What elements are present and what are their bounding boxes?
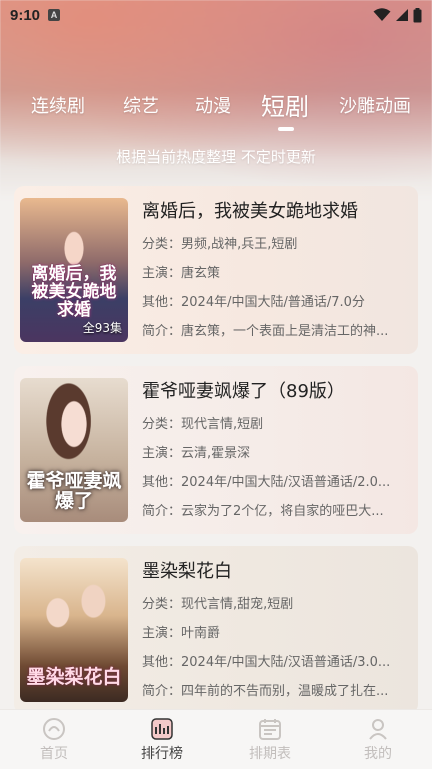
drama-card[interactable]: 墨染梨花白 墨染梨花白 分类：现代言情,甜宠,短剧 主演：叶南爵 其他：2024… bbox=[14, 546, 418, 714]
bottom-navigation: 首页 排行榜 排期表 我的 bbox=[0, 709, 432, 769]
nav-schedule-label: 排期表 bbox=[249, 745, 291, 762]
poster-title-text: 离婚后，我被美女跪地求婚 bbox=[31, 264, 117, 321]
home-icon bbox=[43, 717, 65, 740]
drama-other-info: 其他：2024年/中国大陆/普通话/7.0分 bbox=[142, 295, 365, 310]
nav-ranking[interactable]: 排行榜 bbox=[108, 710, 216, 769]
wifi-icon bbox=[373, 8, 391, 21]
tab-anime[interactable]: 动漫 bbox=[195, 92, 231, 118]
drama-cast: 主演：叶南爵 bbox=[142, 626, 221, 641]
drama-intro: 简介：唐玄策，一个表面上是清洁工的神... bbox=[142, 324, 389, 339]
drama-info: 霍爷哑妻飒爆了（89版） 分类：现代言情,短剧 主演：云清,霍景深 其他：202… bbox=[142, 378, 410, 526]
active-tab-indicator bbox=[278, 127, 294, 131]
nav-home-label: 首页 bbox=[40, 745, 68, 762]
drama-info: 离婚后，我被美女跪地求婚 分类：男频,战神,兵王,短剧 主演：唐玄策 其他：20… bbox=[142, 198, 410, 346]
drama-title: 墨染梨花白 bbox=[142, 561, 232, 582]
drama-other-info: 其他：2024年/中国大陆/汉语普通话/3.0... bbox=[142, 655, 391, 670]
poster-title-text: 墨染梨花白 bbox=[26, 666, 122, 689]
ranking-icon bbox=[151, 717, 173, 740]
drama-poster[interactable]: 墨染梨花白 bbox=[20, 558, 128, 702]
drama-intro: 简介：云家为了2个亿，将自家的哑巴大... bbox=[142, 504, 384, 519]
profile-icon bbox=[369, 718, 387, 740]
drama-cast: 主演：云清,霍景深 bbox=[142, 446, 251, 461]
drama-category: 分类：现代言情,甜宠,短剧 bbox=[142, 597, 294, 612]
nav-schedule[interactable]: 排期表 bbox=[216, 710, 324, 769]
status-time: 9:10 bbox=[10, 6, 41, 24]
notification-icon: A bbox=[48, 9, 61, 21]
drama-title: 霍爷哑妻飒爆了（89版） bbox=[142, 381, 345, 402]
tab-funny-animation[interactable]: 沙雕动画 bbox=[339, 92, 411, 118]
tab-variety[interactable]: 综艺 bbox=[123, 92, 159, 118]
drama-intro: 简介：四年前的不告而别，温暖成了扎在... bbox=[142, 684, 389, 699]
tab-series[interactable]: 连续剧 bbox=[31, 92, 85, 118]
poster-title-text: 霍爷哑妻飒爆了 bbox=[26, 470, 122, 513]
drama-poster[interactable]: 霍爷哑妻飒爆了 bbox=[20, 378, 128, 522]
nav-profile-label: 我的 bbox=[364, 745, 392, 762]
signal-icon bbox=[396, 9, 408, 21]
drama-category: 分类：男频,战神,兵王,短剧 bbox=[142, 237, 298, 252]
episode-count-badge: 全93集 bbox=[82, 321, 122, 335]
status-bar: 9:10 A bbox=[0, 0, 432, 30]
drama-card[interactable]: 霍爷哑妻飒爆了 霍爷哑妻飒爆了（89版） 分类：现代言情,短剧 主演：云清,霍景… bbox=[14, 366, 418, 534]
nav-ranking-label: 排行榜 bbox=[141, 745, 183, 762]
drama-cast: 主演：唐玄策 bbox=[142, 266, 221, 281]
drama-other-info: 其他：2024年/中国大陆/汉语普通话/2.0... bbox=[142, 475, 391, 490]
drama-info: 墨染梨花白 分类：现代言情,甜宠,短剧 主演：叶南爵 其他：2024年/中国大陆… bbox=[142, 558, 410, 706]
drama-title: 离婚后，我被美女跪地求婚 bbox=[142, 201, 358, 222]
drama-poster[interactable]: 离婚后，我被美女跪地求婚 全93集 bbox=[20, 198, 128, 342]
status-icons bbox=[373, 7, 422, 23]
nav-home[interactable]: 首页 bbox=[0, 710, 108, 769]
tab-short-drama[interactable]: 短剧 bbox=[261, 87, 309, 122]
drama-card[interactable]: 离婚后，我被美女跪地求婚 全93集 离婚后，我被美女跪地求婚 分类：男频,战神,… bbox=[14, 186, 418, 354]
calendar-icon bbox=[259, 718, 281, 740]
nav-profile[interactable]: 我的 bbox=[324, 710, 432, 769]
drama-category: 分类：现代言情,短剧 bbox=[142, 417, 264, 432]
ranking-subtitle: 根据当前热度整理 不定时更新 bbox=[116, 148, 316, 166]
category-tabs: 连续剧 综艺 动漫 短剧 沙雕动画 bbox=[0, 86, 432, 132]
battery-icon bbox=[413, 7, 422, 22]
